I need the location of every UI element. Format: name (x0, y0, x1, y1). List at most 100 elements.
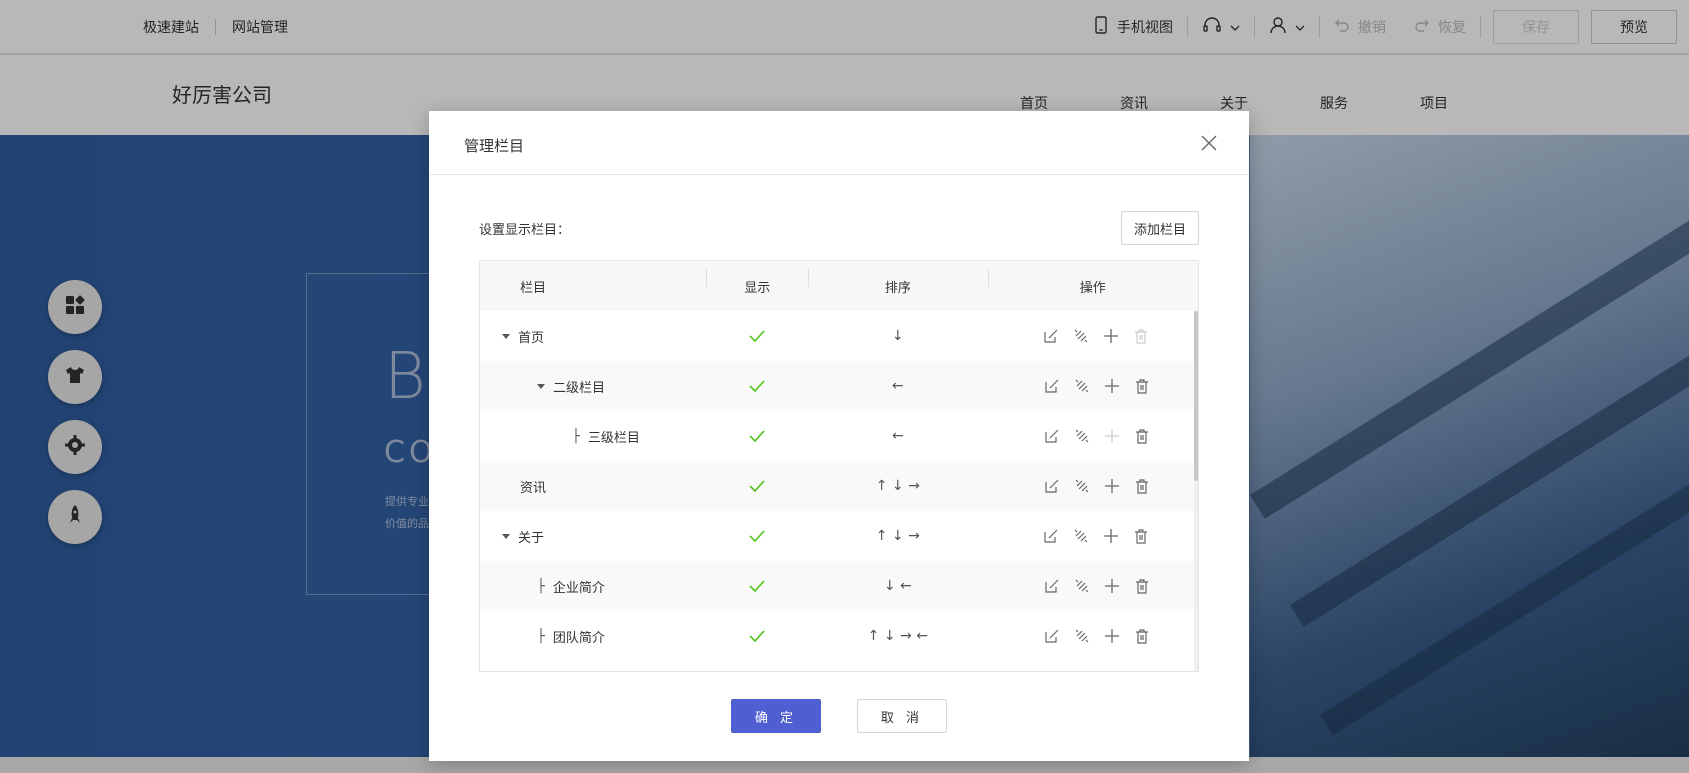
edit-icon[interactable] (1043, 528, 1059, 544)
sort-arrows[interactable]: ↑ ↓ → (808, 528, 987, 544)
add-column-button[interactable]: 添加栏目 (1120, 211, 1199, 245)
dialog-title: 管理栏目 (464, 137, 525, 155)
unlink-icon[interactable] (1074, 478, 1090, 494)
check-icon (749, 530, 765, 542)
scrollbar-thumb[interactable] (1194, 311, 1198, 481)
table-body: 首页 ↓ 二级栏目 ← ├ 三级栏目 ← 资讯 ↑ ↓ → 关于 ↑ ↓ → ├… (480, 311, 1198, 661)
row-name-cell: 首页 (480, 327, 706, 346)
cancel-button[interactable]: 取 消 (857, 699, 947, 733)
unlink-icon[interactable] (1074, 628, 1090, 644)
sort-arrow[interactable]: ↑ ↓ → (876, 528, 920, 544)
trash-icon[interactable] (1134, 628, 1150, 644)
columns-table: 栏目 显示 排序 操作 首页 ↓ 二级栏目 ← ├ 三级栏目 ← 资讯 ↑ ↓ … (479, 260, 1199, 672)
trash-icon[interactable] (1134, 478, 1150, 494)
plus-icon[interactable] (1104, 428, 1120, 444)
plus-icon[interactable] (1104, 378, 1120, 394)
edit-icon[interactable] (1043, 328, 1059, 344)
plus-icon[interactable] (1103, 528, 1119, 544)
row-name-cell: ├ 团队简介 (480, 627, 706, 646)
table-row: ├ 团队简介 ↑ ↓ → ← (480, 611, 1198, 661)
unlink-icon[interactable] (1074, 428, 1090, 444)
tree-branch-icon: ├ (537, 578, 545, 594)
caret-down-icon[interactable] (537, 383, 545, 389)
sort-arrow[interactable]: ↑ ↓ → (876, 478, 920, 494)
row-label: 企业简介 (552, 580, 605, 596)
dialog-header: 管理栏目 (429, 111, 1249, 175)
visible-check[interactable] (707, 430, 809, 442)
table-scrollbar[interactable] (1194, 311, 1198, 671)
unlink-icon[interactable] (1073, 528, 1089, 544)
sort-arrows[interactable]: ↑ ↓ → ← (808, 628, 987, 644)
sort-arrows[interactable]: ← (808, 428, 987, 444)
check-icon (749, 380, 765, 392)
table-row: 资讯 ↑ ↓ → (480, 461, 1198, 511)
sort-arrow[interactable]: ↑ ↓ → ← (868, 628, 928, 644)
sort-arrow[interactable]: ↓ (892, 328, 904, 344)
sort-arrows[interactable]: ← (808, 378, 987, 394)
visible-check[interactable] (706, 330, 808, 342)
caret-down-icon[interactable] (502, 533, 510, 539)
row-label: 团队简介 (552, 630, 605, 646)
table-row: ├ 企业简介 ↓ ← (480, 561, 1198, 611)
row-operations (988, 478, 1199, 494)
check-icon (749, 630, 765, 642)
row-operations (988, 428, 1198, 444)
table-row: 二级栏目 ← (480, 361, 1198, 411)
trash-icon[interactable] (1134, 578, 1150, 594)
plus-icon[interactable] (1104, 578, 1120, 594)
confirm-button[interactable]: 确 定 (731, 699, 821, 733)
visible-check[interactable] (706, 480, 808, 492)
row-name-cell: 二级栏目 (480, 377, 706, 396)
sort-arrows[interactable]: ↑ ↓ → (808, 478, 987, 494)
plus-icon[interactable] (1103, 328, 1119, 344)
row-operations (987, 528, 1198, 544)
trash-icon[interactable] (1134, 428, 1150, 444)
header-show: 显示 (706, 268, 808, 296)
unlink-icon[interactable] (1074, 378, 1090, 394)
edit-icon[interactable] (1044, 578, 1060, 594)
check-icon (749, 430, 765, 442)
edit-icon[interactable] (1044, 378, 1060, 394)
row-operations (988, 628, 1198, 644)
table-row: ├ 三级栏目 ← (480, 411, 1198, 461)
caret-down-icon[interactable] (502, 333, 510, 339)
sort-arrow[interactable]: ↓ ← (884, 578, 912, 594)
visible-check[interactable] (706, 630, 808, 642)
plus-icon[interactable] (1104, 628, 1120, 644)
check-icon (749, 480, 765, 492)
close-icon[interactable] (1199, 133, 1219, 153)
table-row: 关于 ↑ ↓ → (480, 511, 1198, 561)
visible-check[interactable] (706, 380, 808, 392)
table-header: 栏目 显示 排序 操作 (480, 261, 1198, 311)
row-name-cell: ├ 企业简介 (480, 577, 706, 596)
trash-icon[interactable] (1134, 378, 1150, 394)
unlink-icon[interactable] (1073, 328, 1089, 344)
edit-icon[interactable] (1044, 628, 1060, 644)
visible-check[interactable] (706, 530, 808, 542)
trash-icon[interactable] (1133, 328, 1149, 344)
row-label: 关于 (518, 530, 545, 546)
check-icon (749, 330, 765, 342)
header-operations: 操作 (987, 268, 1198, 296)
row-label: 三级栏目 (587, 430, 640, 446)
unlink-icon[interactable] (1074, 578, 1090, 594)
tree-branch-icon: ├ (537, 628, 545, 644)
manage-columns-dialog: 管理栏目 设置显示栏目： 添加栏目 栏目 显示 排序 操作 首页 ↓ 二级栏目 … (429, 111, 1249, 761)
sort-arrows[interactable]: ↓ ← (808, 578, 987, 594)
visible-check[interactable] (706, 580, 808, 592)
sort-arrows[interactable]: ↓ (808, 328, 987, 344)
edit-icon[interactable] (1044, 428, 1060, 444)
header-name: 栏目 (520, 280, 547, 296)
check-icon (749, 580, 765, 592)
sort-arrow[interactable]: ← (892, 428, 904, 444)
row-operations (988, 578, 1198, 594)
table-row: 首页 ↓ (480, 311, 1198, 361)
row-operations (987, 328, 1198, 344)
edit-icon[interactable] (1044, 478, 1060, 494)
row-name-cell: ├ 三级栏目 (480, 427, 707, 446)
plus-icon[interactable] (1104, 478, 1120, 494)
dialog-footer: 确 定 取 消 (429, 699, 1249, 733)
row-name-cell: 关于 (480, 527, 706, 546)
trash-icon[interactable] (1133, 528, 1149, 544)
sort-arrow[interactable]: ← (892, 378, 904, 394)
